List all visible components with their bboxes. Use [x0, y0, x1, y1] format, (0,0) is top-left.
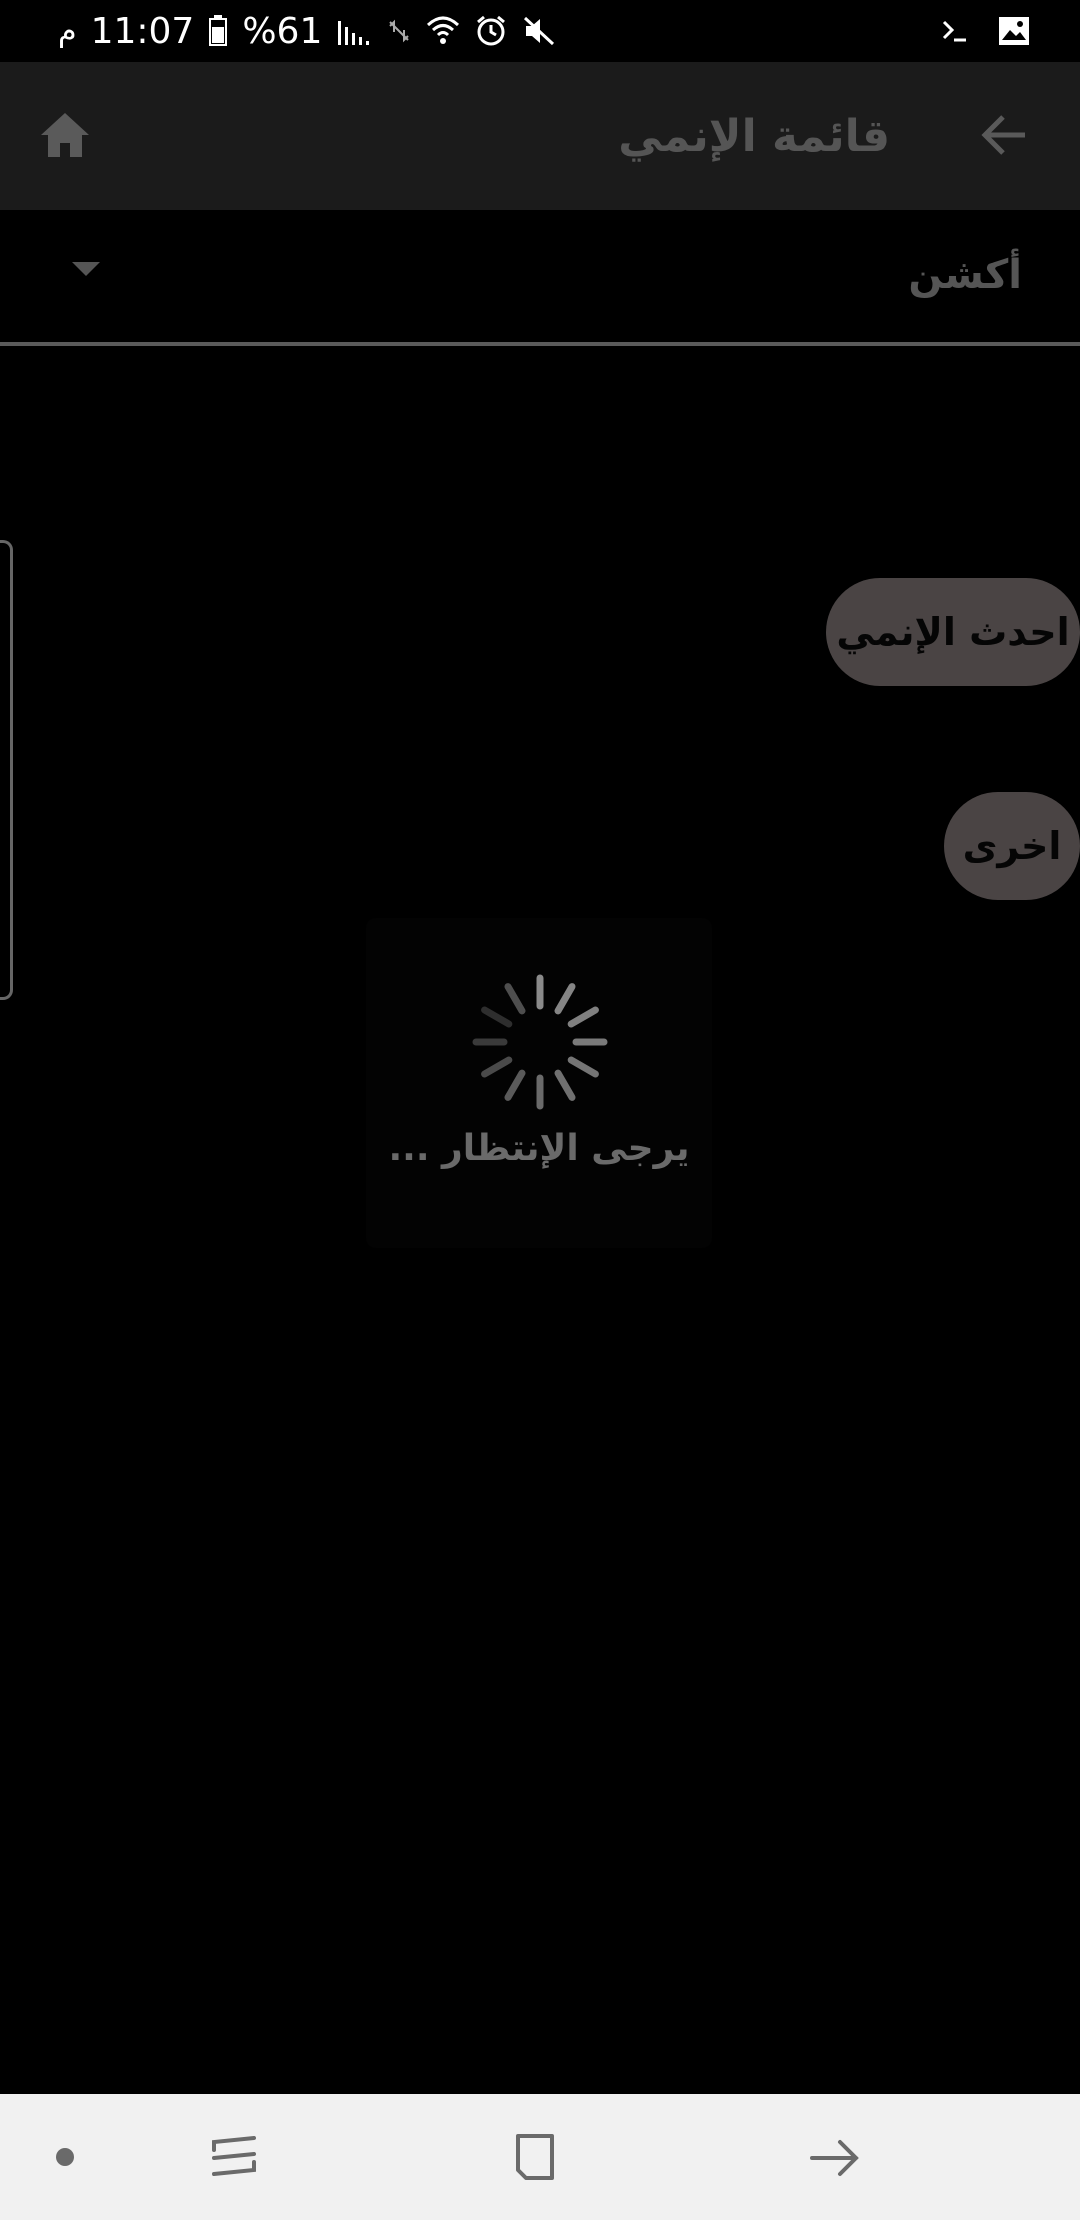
home-button[interactable] — [30, 102, 100, 172]
home-icon — [39, 111, 91, 163]
status-ampm: م — [58, 13, 77, 49]
terminal-icon — [940, 16, 970, 46]
status-bar: م 11:07 %61 — [0, 0, 1080, 62]
signal-icon — [336, 15, 372, 47]
battery-icon — [208, 15, 228, 47]
wifi-icon — [426, 15, 460, 47]
back-button[interactable] — [970, 102, 1040, 172]
nav-home-icon[interactable] — [500, 2122, 570, 2192]
loading-dialog: يرجى الإنتظار ... — [366, 918, 712, 1248]
status-time: 11:07 — [90, 10, 195, 52]
dropdown-selected-value: أكشن — [908, 252, 1022, 298]
navigation-bar — [0, 2094, 1080, 2220]
data-off-icon — [386, 18, 412, 44]
status-right-group — [940, 6, 1030, 56]
other-button[interactable]: اخرى — [944, 792, 1080, 900]
app-bar: قائمة الإنمي — [0, 62, 1080, 210]
dropdown-caret-icon — [72, 262, 100, 276]
arrow-back-icon — [981, 113, 1029, 161]
loading-text: يرجى الإنتظار ... — [388, 1128, 690, 1169]
latest-anime-button[interactable]: احدث الإنمي — [826, 578, 1080, 686]
status-battery: %61 — [242, 10, 323, 52]
alarm-icon — [474, 14, 508, 48]
nav-back-icon[interactable] — [800, 2122, 870, 2192]
genre-dropdown[interactable]: أكشن — [0, 210, 1080, 346]
image-icon — [998, 16, 1030, 46]
loading-spinner-icon — [470, 972, 610, 1112]
edge-panel-handle[interactable] — [0, 540, 13, 1000]
recents-icon[interactable] — [200, 2122, 270, 2192]
nav-dot-icon[interactable] — [56, 2148, 74, 2166]
mute-icon — [522, 15, 556, 47]
status-left-group: م 11:07 %61 — [58, 6, 556, 56]
page-title: قائمة الإنمي — [618, 111, 890, 162]
